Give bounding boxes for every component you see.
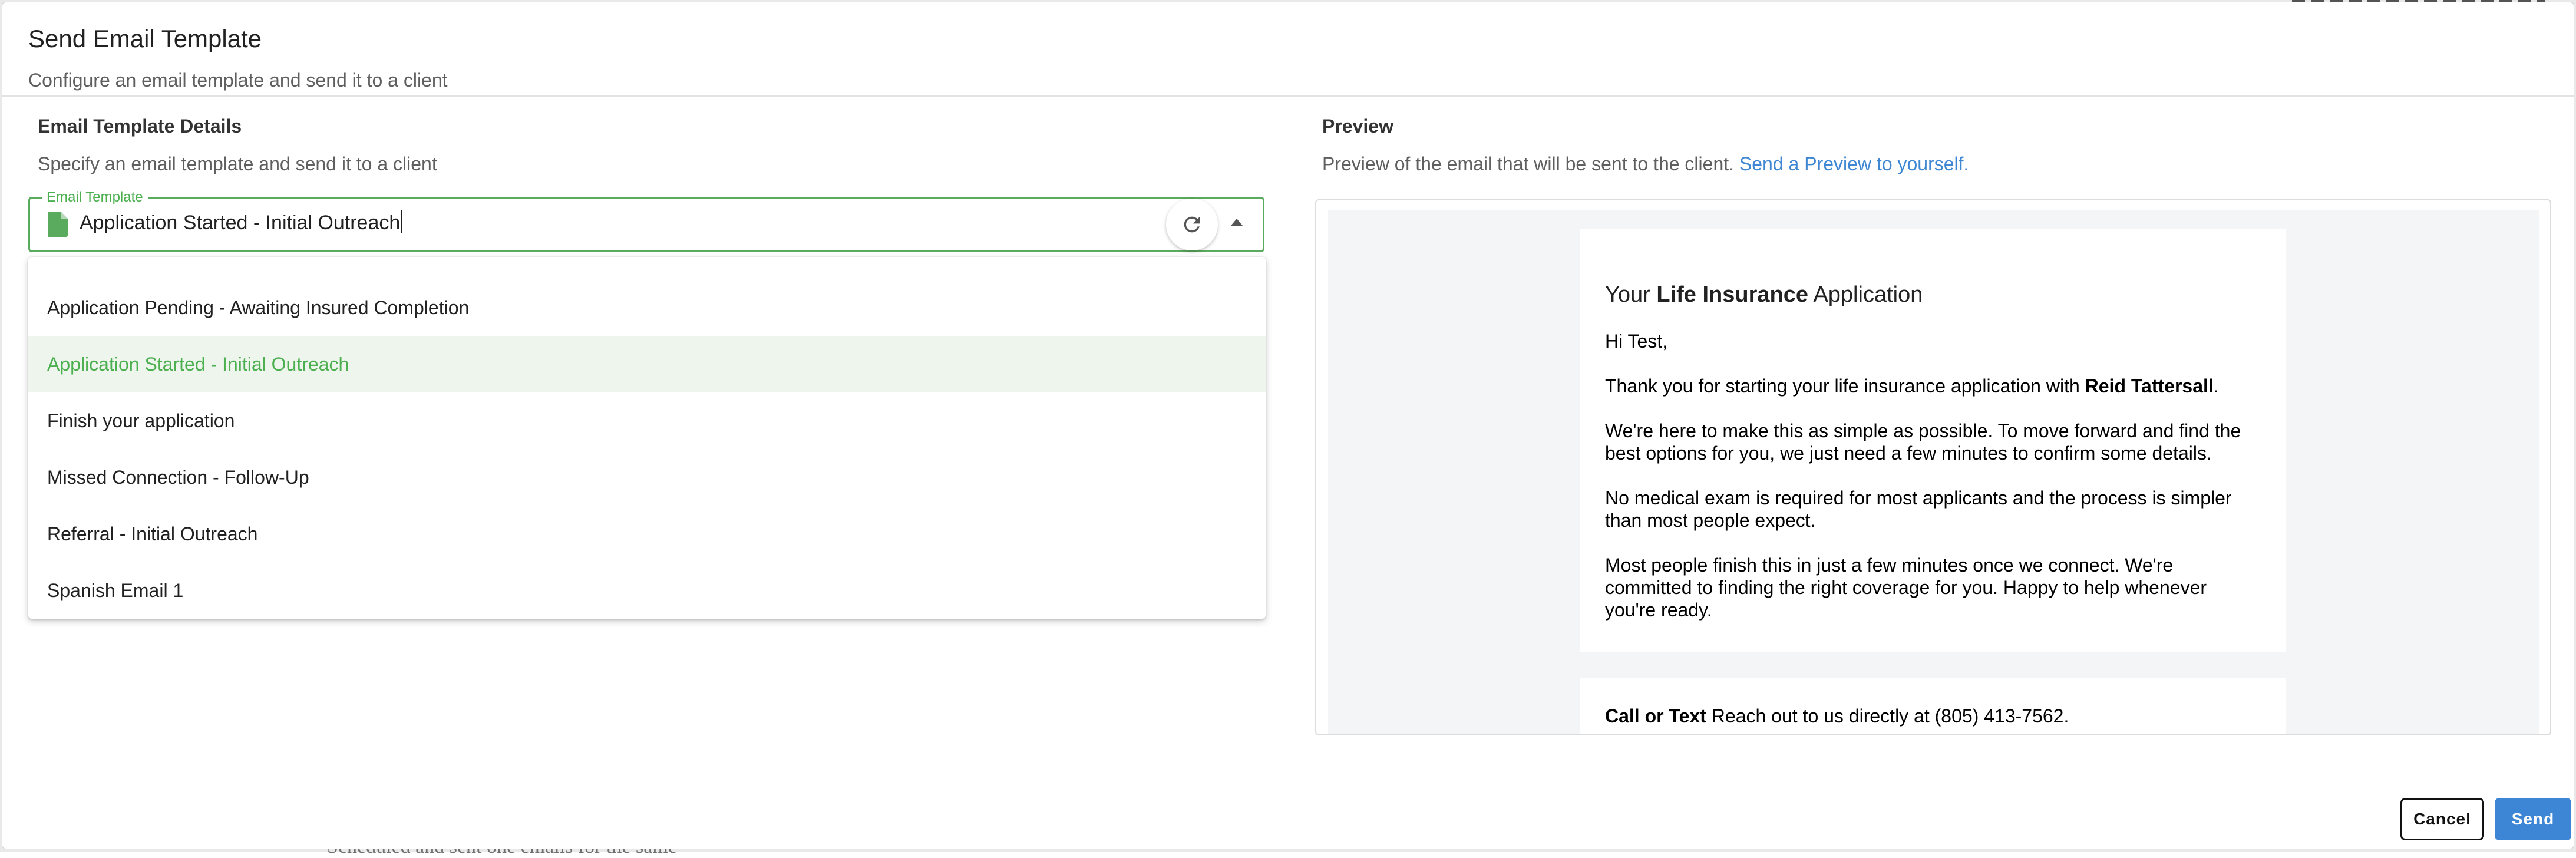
email-template-dropdown: Application Pending - Awaiting Insured C… (28, 257, 1266, 619)
email-contact-line: Call or Text Reach out to us directly at… (1605, 705, 2069, 727)
email-paragraph-1: Thank you for starting your life insuran… (1605, 375, 2219, 397)
dropdown-option[interactable]: Missed Connection - Follow-Up (28, 449, 1266, 506)
send-preview-link[interactable]: Send a Preview to yourself. (1739, 153, 1969, 174)
dropdown-option-selected[interactable]: Application Started - Initial Outreach (28, 336, 1266, 392)
email-paragraph-2: We're here to make this as simple as pos… (1605, 420, 2241, 464)
email-greeting: Hi Test, (1605, 331, 1668, 352)
email-preview-frame[interactable]: Your Life Insurance Application Hi Test,… (1315, 199, 2551, 735)
preview-subtitle: Preview of the email that will be sent t… (1322, 153, 1969, 174)
dropdown-option[interactable]: Finish your application (28, 392, 1266, 449)
send-button[interactable]: Send (2495, 798, 2571, 840)
document-icon (48, 212, 68, 237)
cancel-button[interactable]: Cancel (2400, 798, 2484, 840)
dialog-header: Send Email Template Configure an email t… (2, 2, 2574, 97)
template-details-title: Email Template Details (38, 116, 242, 137)
refresh-button[interactable] (1166, 199, 1218, 250)
dialog-title: Send Email Template (28, 25, 262, 52)
chevron-up-icon[interactable] (1231, 219, 1243, 226)
email-template-label: Email Template (42, 189, 148, 206)
email-template-select[interactable]: Email Template Application Started - Ini… (28, 189, 1264, 252)
email-paragraph-4: Most people finish this in just a few mi… (1605, 555, 2207, 621)
dropdown-option[interactable]: Application Pending - Awaiting Insured C… (28, 279, 1266, 336)
email-body-card: Your Life Insurance Application Hi Test,… (1580, 229, 2286, 652)
email-contact-card: Call or Text Reach out to us directly at… (1580, 678, 2286, 734)
dropdown-option[interactable]: Spanish Email 1 (28, 562, 1266, 619)
send-email-template-dialog: Send Email Template Configure an email t… (2, 2, 2574, 849)
email-preview-canvas: Your Life Insurance Application Hi Test,… (1328, 210, 2539, 734)
dialog-subtitle: Configure an email template and send it … (28, 70, 448, 91)
dropdown-option[interactable]: Referral - Initial Outreach (28, 506, 1266, 562)
email-template-input[interactable]: Application Started - Initial Outreach (80, 210, 403, 235)
email-heading: Your Life Insurance Application (1605, 282, 1923, 307)
template-details-subtitle: Specify an email template and send it to… (38, 153, 437, 174)
email-paragraph-3: No medical exam is required for most app… (1605, 487, 2232, 531)
text-caret (401, 210, 403, 233)
preview-title: Preview (1322, 116, 1393, 137)
refresh-icon (1184, 216, 1200, 233)
